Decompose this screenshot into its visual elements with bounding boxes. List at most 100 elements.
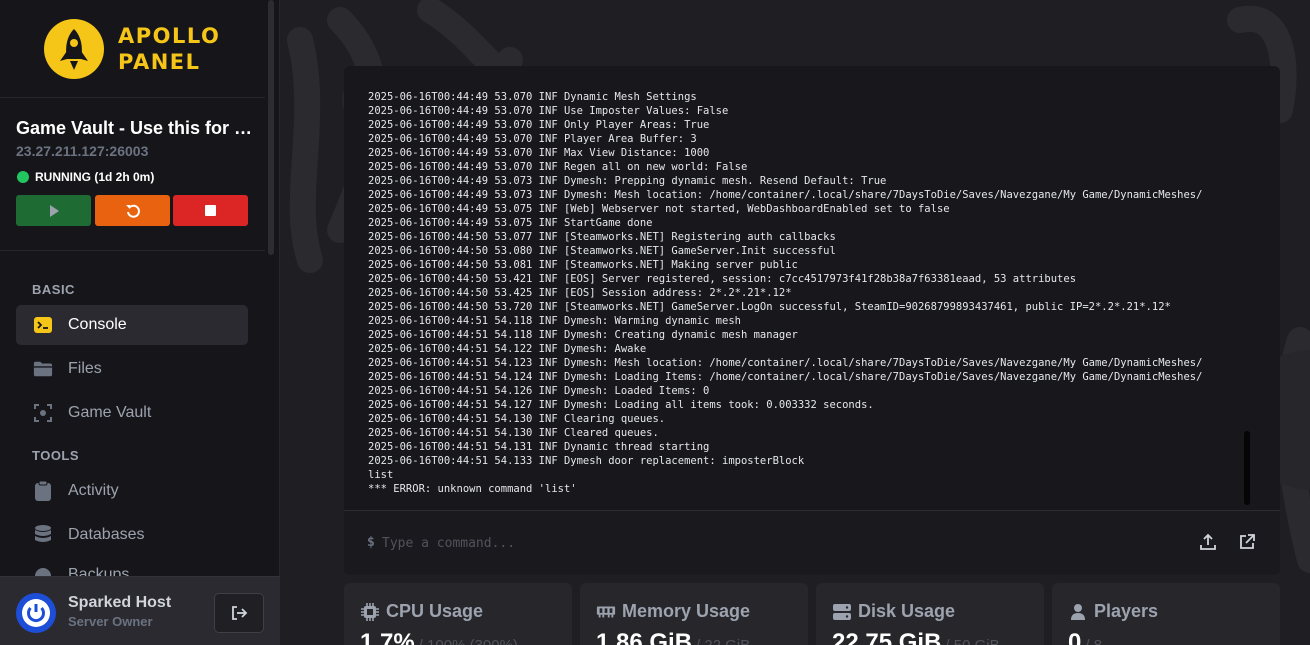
console-line: 2025-06-16T00:44:51 54.130 INF Clearing … — [368, 413, 666, 425]
console-line: 2025-06-16T00:44:51 54.126 INF Dymesh: L… — [368, 385, 710, 397]
database-icon — [33, 525, 53, 545]
console-scrollbar[interactable] — [1244, 431, 1250, 505]
console-line: 2025-06-16T00:44:49 53.073 INF Dymesh: P… — [368, 175, 887, 187]
command-input[interactable] — [382, 528, 1162, 558]
nav-item-console[interactable]: Console — [16, 305, 248, 345]
disk-usage-card: Disk Usage 22.75 GiB/ 50 GiB — [816, 583, 1044, 645]
stat-limit: / 22 GiB — [696, 637, 750, 645]
backup-icon — [33, 566, 53, 576]
stat-title-label: Memory Usage — [622, 601, 751, 621]
memory-icon — [596, 602, 616, 622]
console-line: 2025-06-16T00:44:49 53.070 INF Dynamic M… — [368, 91, 697, 103]
console-line: 2025-06-16T00:44:49 53.073 INF Dymesh: M… — [368, 189, 1203, 201]
console-line: *** ERROR: unknown command 'list' — [368, 483, 577, 495]
console-output[interactable]: 2025-06-16T00:44:49 53.070 INF Dynamic M… — [368, 90, 1248, 510]
console-line: 2025-06-16T00:44:51 54.133 INF Dymesh do… — [368, 455, 805, 467]
nav-item-files[interactable]: Files — [16, 349, 248, 389]
stat-title-label: CPU Usage — [386, 601, 484, 621]
console-line: 2025-06-16T00:44:51 54.123 INF Dymesh: M… — [368, 357, 1203, 369]
stat-value: 0/ 8 — [1068, 629, 1102, 645]
console-panel: 2025-06-16T00:44:49 53.070 INF Dynamic M… — [344, 66, 1280, 575]
nav-label: Backups — [68, 566, 130, 576]
console-line: 2025-06-16T00:44:51 54.118 INF Dymesh: W… — [368, 315, 741, 327]
memory-usage-card: Memory Usage 1.86 GiB/ 22 GiB — [580, 583, 808, 645]
scan-icon — [33, 403, 53, 423]
server-name: Game Vault - Use this for … — [16, 118, 253, 138]
console-line: 2025-06-16T00:44:49 53.070 INF Only Play… — [368, 119, 710, 131]
console-line: 2025-06-16T00:44:49 53.070 INF Use Impos… — [368, 105, 729, 117]
stat-title-label: Disk Usage — [858, 601, 956, 621]
nav-item-backups[interactable]: Backups — [16, 559, 248, 576]
status-dot-icon — [17, 171, 29, 183]
server-address: 23.27.211.127:26003 — [16, 143, 149, 159]
nav-item-activity[interactable]: Activity — [16, 471, 248, 511]
stat-title-label: Players — [1094, 601, 1159, 621]
user-icon — [1068, 602, 1088, 622]
cpu-usage-card: CPU Usage 1.7% / 100% (300%) — [344, 583, 572, 645]
console-line: 2025-06-16T00:44:49 53.075 INF StartGame… — [368, 217, 653, 229]
divider — [0, 250, 265, 251]
nav-label: Databases — [68, 526, 145, 543]
sidebar-scrollbar[interactable] — [268, 0, 274, 255]
console-line: 2025-06-16T00:44:49 53.070 INF Regen all… — [368, 161, 748, 173]
nav-item-game-vault[interactable]: Game Vault — [16, 393, 248, 433]
stat-value: 1.86 GiB/ 22 GiB — [596, 629, 750, 645]
user-bar: Sparked Host Server Owner — [0, 576, 280, 645]
stat-title: CPU Usage — [360, 601, 483, 622]
external-link-icon[interactable] — [1236, 531, 1258, 553]
console-line: 2025-06-16T00:44:49 53.070 INF Player Ar… — [368, 133, 697, 145]
sidebar: APOLLO PANEL Game Vault - Use this for …… — [0, 0, 280, 645]
console-line: list — [368, 469, 394, 481]
console-line: 2025-06-16T00:44:50 53.720 INF [Steamwor… — [368, 301, 1171, 313]
nav-section-tools: TOOLS — [32, 448, 80, 463]
stat-main-value: 1.86 GiB — [596, 629, 693, 645]
nav-section-basic: BASIC — [32, 282, 75, 297]
clipboard-icon — [33, 480, 53, 501]
console-line: 2025-06-16T00:44:49 53.070 INF Max View … — [368, 147, 710, 159]
nav-label: Console — [68, 316, 127, 333]
stat-main-value: 1.7% — [360, 629, 415, 645]
console-line: 2025-06-16T00:44:51 54.127 INF Dymesh: L… — [368, 399, 874, 411]
server-status: RUNNING (1d 2h 0m) — [17, 170, 154, 184]
brand-line-2: PANEL — [118, 50, 201, 74]
console-line: 2025-06-16T00:44:50 53.081 INF [Steamwor… — [368, 259, 798, 271]
rocket-logo-icon — [44, 19, 104, 79]
divider — [0, 97, 265, 98]
stat-main-value: 0 — [1068, 629, 1082, 645]
stat-limit: / 8 — [1085, 637, 1102, 645]
stat-limit: / 100% (300%) — [419, 637, 518, 645]
console-line: 2025-06-16T00:44:51 54.131 INF Dynamic t… — [368, 441, 710, 453]
brand[interactable]: APOLLO PANEL — [44, 16, 220, 82]
brand-name: APOLLO PANEL — [118, 23, 220, 75]
console-line: 2025-06-16T00:44:51 54.124 INF Dymesh: L… — [368, 371, 1203, 383]
stat-value: 1.7% / 100% (300%) — [360, 629, 518, 645]
disk-icon — [832, 602, 852, 622]
nav-item-databases[interactable]: Databases — [16, 515, 248, 555]
console-line: 2025-06-16T00:44:49 53.075 INF [Web] Web… — [368, 203, 950, 215]
console-line: 2025-06-16T00:44:50 53.080 INF [Steamwor… — [368, 245, 836, 257]
logout-button[interactable] — [214, 593, 264, 633]
start-button[interactable] — [16, 195, 91, 226]
console-line: 2025-06-16T00:44:50 53.421 INF [EOS] Ser… — [368, 273, 1077, 285]
logout-icon — [232, 606, 248, 620]
console-line: 2025-06-16T00:44:51 54.118 INF Dymesh: C… — [368, 329, 798, 341]
console-line: 2025-06-16T00:44:51 54.122 INF Dymesh: A… — [368, 343, 647, 355]
nav-label: Game Vault — [68, 404, 152, 421]
upload-icon[interactable] — [1197, 531, 1219, 553]
avatar[interactable] — [16, 593, 56, 633]
restart-icon — [125, 204, 140, 218]
stat-main-value: 22.75 GiB — [832, 629, 942, 645]
console-line: 2025-06-16T00:44:51 54.130 INF Cleared q… — [368, 427, 659, 439]
prompt-symbol: $ — [367, 535, 375, 550]
cpu-icon — [360, 602, 380, 622]
stat-value: 22.75 GiB/ 50 GiB — [832, 629, 1000, 645]
stop-button[interactable] — [173, 195, 248, 226]
stat-title: Memory Usage — [596, 601, 750, 622]
players-card: Players 0/ 8 — [1052, 583, 1280, 645]
folder-icon — [33, 359, 53, 379]
stop-icon — [205, 205, 216, 216]
console-input-row: $ — [344, 510, 1280, 575]
user-role: Server Owner — [68, 614, 153, 629]
terminal-icon — [33, 315, 53, 335]
restart-button[interactable] — [95, 195, 170, 226]
